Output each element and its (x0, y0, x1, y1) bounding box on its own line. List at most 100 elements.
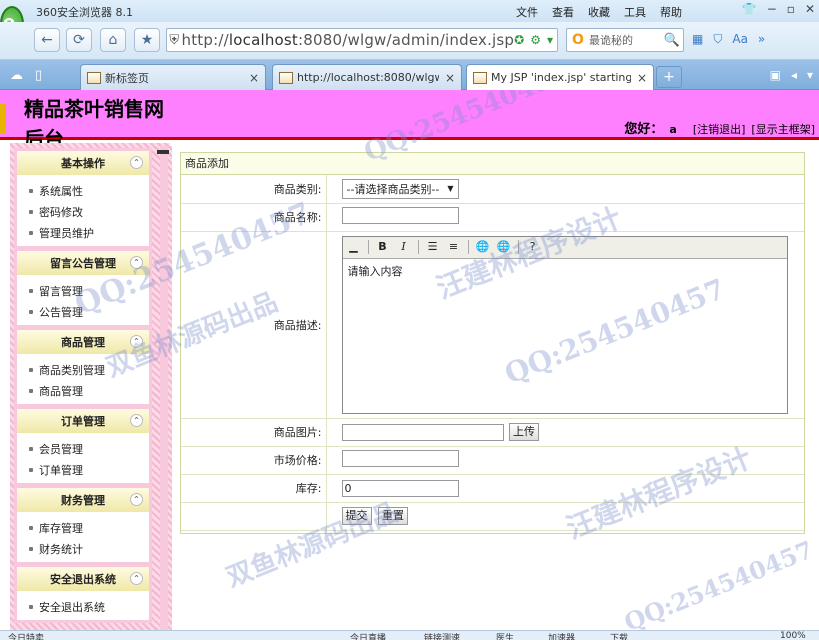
more-icon[interactable]: » (758, 32, 765, 47)
status-accelerator[interactable]: 加速器 (548, 631, 575, 640)
italic-icon[interactable]: I (395, 239, 413, 255)
browser-statusbar: 今日特卖 今日直播 链接测速 医生 加速器 下载 100% (0, 630, 819, 640)
sidebar-item-finance-stats[interactable]: 财务统计 (29, 538, 149, 559)
sidebar-item-change-password[interactable]: 密码修改 (29, 201, 149, 222)
panel-header[interactable]: 商品管理 ⌃ (17, 330, 149, 354)
cloud-icon[interactable]: ☁ (10, 68, 23, 83)
menu-favorites[interactable]: 收藏 (588, 4, 610, 20)
product-name-input[interactable] (341, 207, 459, 224)
collapse-icon[interactable]: ⌃ (130, 414, 143, 427)
new-tab-button[interactable]: + (656, 66, 682, 88)
collapse-icon[interactable]: ⌃ (130, 156, 143, 169)
logout-link[interactable]: [注销退出] (693, 121, 746, 137)
collapse-icon[interactable]: ⌃ (130, 572, 143, 585)
upload-button[interactable]: 上传 (509, 423, 539, 441)
sidebar-item-message-management[interactable]: 留言管理 (29, 280, 149, 301)
sidebar-item-admin-maintenance[interactable]: 管理员维护 (29, 222, 149, 243)
status-zoom[interactable]: 100% (780, 631, 806, 640)
sidebar-item-label: 会员管理 (39, 442, 83, 456)
panel-title: 安全退出系统 (50, 573, 116, 586)
stock-input[interactable]: 0 (341, 479, 459, 497)
collapse-icon[interactable]: ⌃ (130, 335, 143, 348)
apps-icon[interactable]: ▦ (692, 32, 703, 47)
menu-tools[interactable]: 工具 (624, 4, 646, 20)
menu-file[interactable]: 文件 (516, 4, 538, 20)
address-dropdown-icon[interactable]: ▾ (547, 33, 553, 47)
sidebar-item-product-management[interactable]: 商品管理 (29, 380, 149, 401)
refresh-button[interactable]: ⟳ (66, 28, 92, 52)
window-title: 360安全浏览器 8.1 (36, 6, 133, 19)
sidebar-toggle-icon[interactable]: ▯ (35, 68, 42, 83)
address-bar[interactable]: ⛨ http://localhost:8080/wlgw/admin/index… (166, 28, 558, 52)
sidebar-item-member-management[interactable]: 会员管理 (29, 438, 149, 459)
maximize-icon[interactable]: ▫ (787, 2, 795, 16)
page-safe-icon[interactable]: ⚙ (530, 33, 541, 47)
bold-icon[interactable]: B (374, 239, 392, 255)
editor-content[interactable]: 请输入内容 (343, 259, 787, 283)
reset-button[interactable]: 重置 (378, 507, 408, 525)
menu-view[interactable]: 查看 (552, 4, 574, 20)
category-select[interactable]: --请选择商品类别-- ▼ (341, 178, 459, 199)
status-deals[interactable]: 今日特卖 (8, 631, 44, 640)
tab-localhost[interactable]: http://localhost:8080/wlgw/ × (272, 64, 462, 90)
status-live[interactable]: 今日直播 (350, 631, 386, 640)
product-image-input[interactable] (341, 423, 504, 441)
skin-icon[interactable]: 👕 (742, 2, 757, 16)
remove-link-icon[interactable]: 🌐 (495, 239, 513, 255)
sidebar-item-stock-management[interactable]: 库存管理 (29, 517, 149, 538)
image-label: 商品图片: (181, 418, 327, 447)
sidebar-item-category-management[interactable]: 商品类别管理 (29, 359, 149, 380)
sidebar-item-notice-management[interactable]: 公告管理 (29, 301, 149, 322)
security-guard-icon[interactable]: ⛉ (713, 32, 722, 47)
panel-header[interactable]: 留言公告管理 ⌃ (17, 251, 149, 275)
panel-header[interactable]: 安全退出系统 ⌃ (17, 567, 149, 591)
address-url[interactable]: http://localhost:8080/wlgw/admin/index.j… (182, 31, 515, 49)
panel-header[interactable]: 基本操作 ⌃ (17, 151, 149, 175)
ordered-list-icon[interactable]: ☰ (424, 239, 442, 255)
sidebar-item-system-properties[interactable]: 系统属性 (29, 180, 149, 201)
status-doctor[interactable]: 医生 (496, 631, 514, 640)
collapse-icon[interactable]: ⌃ (130, 256, 143, 269)
splitter-handle-icon[interactable] (157, 150, 169, 154)
sidebar-item-order-management[interactable]: 订单管理 (29, 459, 149, 480)
tab-menu-icon[interactable]: ▾ (807, 68, 813, 82)
help-icon[interactable]: ? (524, 239, 542, 255)
tab-new-tab[interactable]: 新标签页 × (80, 64, 266, 90)
sidebar-item-safe-logout[interactable]: 安全退出系统 (29, 596, 149, 617)
form-heading: 商品添加 (181, 153, 804, 175)
editor-handle-icon[interactable]: ▁ (345, 239, 363, 255)
tab-my-jsp[interactable]: My JSP 'index.jsp' starting p × (466, 64, 654, 90)
form-row-stock: 库存: 0 (181, 474, 804, 503)
search-input[interactable]: 最诡秘的 (589, 32, 633, 48)
frame-splitter[interactable] (156, 146, 172, 630)
back-button[interactable]: ← (34, 28, 60, 52)
minimize-icon[interactable]: − (767, 2, 777, 16)
favorite-star-button[interactable]: ★ (134, 28, 160, 52)
panel-header[interactable]: 订单管理 ⌃ (17, 409, 149, 433)
submit-button[interactable]: 提交 (341, 507, 372, 525)
home-button[interactable]: ⌂ (100, 28, 126, 52)
panel-title: 财务管理 (61, 494, 105, 507)
status-download[interactable]: 下载 (610, 631, 628, 640)
tab-close-icon[interactable]: × (631, 71, 647, 85)
market-price-input[interactable] (341, 450, 459, 467)
tab-close-icon[interactable]: × (439, 71, 455, 85)
search-engine-icon[interactable]: O (567, 32, 589, 48)
show-frame-link[interactable]: [显示主框架] (751, 121, 815, 137)
status-link-speed[interactable]: 链接测速 (424, 631, 460, 640)
tab-list-icon[interactable]: ▣ (770, 68, 781, 82)
tab-back-icon[interactable]: ◂ (791, 68, 797, 82)
window-controls: 👕 − ▫ ✕ (742, 2, 815, 16)
search-icon[interactable]: 🔍 (661, 33, 683, 48)
insert-link-icon[interactable]: 🌐 (474, 239, 492, 255)
translate-icon[interactable]: Aa (732, 32, 748, 47)
speed-icon[interactable]: ✪ (514, 33, 524, 47)
menu-help[interactable]: 帮助 (660, 4, 682, 20)
unordered-list-icon[interactable]: ≡ (445, 239, 463, 255)
panel-header[interactable]: 财务管理 ⌃ (17, 488, 149, 512)
search-box[interactable]: O 最诡秘的 🔍 (566, 28, 684, 52)
close-icon[interactable]: ✕ (805, 2, 815, 16)
tab-close-icon[interactable]: × (243, 71, 259, 85)
collapse-icon[interactable]: ⌃ (130, 493, 143, 506)
rich-text-editor[interactable]: ▁ B I ☰ ≡ 🌐 🌐 ? 请输入内容 (341, 235, 788, 414)
